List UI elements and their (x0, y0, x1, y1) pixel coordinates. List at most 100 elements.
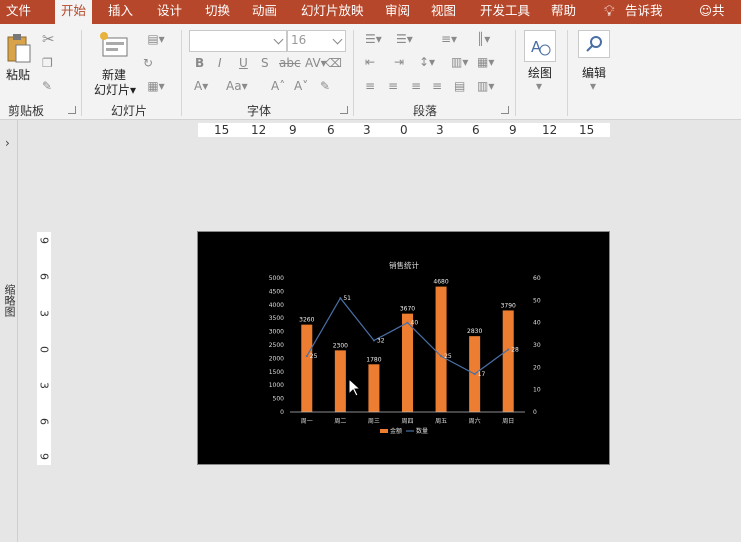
layout-icon[interactable]: ▤▾ (143, 32, 169, 46)
share-button[interactable]: ☺共享 (693, 0, 741, 40)
distribute-icon[interactable]: ▤ (454, 79, 465, 93)
vertical-ruler: 9 6 3 0 3 6 9 (37, 232, 51, 465)
decrease-indent-icon[interactable]: ⇤ (365, 55, 375, 69)
combo-chart[interactable]: 销售统计 3260230017803670468028303790 255132… (198, 232, 611, 466)
tab-slideshow[interactable]: 幻灯片放映 (295, 0, 370, 24)
line-data-label: 28 (511, 346, 519, 353)
paragraph-launcher-icon[interactable] (501, 106, 509, 114)
smartart-icon[interactable]: ▦▾ (477, 55, 494, 69)
grow-font-icon[interactable]: A˄ (271, 79, 285, 93)
chevron-down-icon[interactable]: ▾ (590, 79, 596, 93)
underline-icon[interactable]: U (239, 56, 248, 70)
font-group-label: 字体 (247, 104, 272, 118)
font-color-icon[interactable]: A▾ (194, 79, 208, 93)
numbering-icon[interactable]: ☰▾ (396, 32, 413, 46)
bar (402, 313, 413, 412)
y-left-tick-label: 1000 (269, 382, 284, 389)
char-spacing-icon[interactable]: AV▾ (305, 56, 327, 70)
tab-animations[interactable]: 动画 (246, 0, 283, 24)
section-icon[interactable]: ▦▾ (143, 79, 169, 93)
clear-format-icon[interactable]: ⌫ (325, 56, 342, 70)
ruler-number: 6 (327, 123, 335, 137)
copy-icon[interactable]: ❐ (42, 56, 53, 70)
justify-icon[interactable]: ≡ (432, 79, 442, 93)
line-data-label: 40 (411, 320, 419, 327)
tab-insert[interactable]: 插入 (102, 0, 139, 24)
ruler-number: 3 (37, 382, 51, 389)
paste-label[interactable]: 粘贴 (3, 66, 33, 83)
ruler-number: 0 (400, 123, 408, 137)
clipboard-launcher-icon[interactable] (68, 106, 76, 114)
x-tick-label: 周日 (502, 418, 514, 425)
ruler-number: 3 (37, 310, 51, 317)
tab-developer[interactable]: 开发工具 (474, 0, 536, 24)
x-tick-label: 周一 (301, 418, 313, 425)
ruler-number: 9 (37, 453, 51, 460)
bullets-icon[interactable]: ☰▾ (365, 32, 382, 46)
chart-title: 销售统计 (389, 260, 419, 270)
new-slide-label-2[interactable]: 幻灯片▾ (90, 81, 140, 98)
x-tick-label: 周三 (368, 418, 380, 425)
tab-design[interactable]: 设计 (151, 0, 188, 24)
line-point (339, 297, 342, 300)
lightbulb-icon[interactable]: 💡︎ (598, 0, 621, 24)
new-slide-icon[interactable] (97, 30, 131, 60)
shadow-icon[interactable]: S (261, 56, 269, 70)
font-launcher-icon[interactable] (340, 106, 348, 114)
legend-swatch-bar (380, 429, 388, 433)
font-size-combo[interactable]: 16 (287, 30, 346, 52)
cut-icon[interactable]: ✂ (42, 32, 55, 47)
divider (181, 30, 182, 116)
tab-file[interactable]: 文件 (0, 0, 37, 24)
highlight-icon[interactable]: ✎ (320, 79, 330, 93)
bar-data-label: 2830 (467, 328, 482, 335)
chevron-right-icon[interactable]: › (5, 136, 10, 150)
tab-help[interactable]: 帮助 (545, 0, 582, 24)
italic-icon[interactable]: I (218, 56, 222, 70)
text-direction-icon[interactable]: ↕▾ (419, 55, 435, 69)
strikethrough-icon[interactable]: abc (279, 56, 301, 70)
tab-transitions[interactable]: 切换 (199, 0, 236, 24)
change-case-icon[interactable]: Aa▾ (226, 79, 248, 93)
clipboard-icon (7, 34, 31, 63)
chevron-down-icon (332, 34, 343, 45)
line-point (305, 355, 308, 358)
increase-indent-icon[interactable]: ⇥ (394, 55, 404, 69)
align-right-icon[interactable]: ≡ (411, 79, 421, 93)
divider (353, 30, 354, 116)
y-left-tick-label: 4000 (269, 302, 284, 309)
tab-home[interactable]: 开始 (55, 0, 93, 24)
tab-review[interactable]: 审阅 (379, 0, 416, 24)
divider (567, 30, 568, 116)
paste-button[interactable] (4, 32, 32, 66)
line-data-label: 32 (377, 338, 385, 345)
shapes-icon[interactable]: A (524, 30, 556, 62)
bold-icon[interactable]: B (195, 56, 204, 70)
align-center-icon[interactable]: ≡ (388, 79, 398, 93)
tab-view[interactable]: 视图 (425, 0, 462, 24)
y-right-tick-label: 50 (533, 297, 541, 304)
ruler-number: 15 (214, 123, 230, 137)
columns-icon[interactable]: ║▾ (477, 32, 490, 46)
align-text-icon[interactable]: ▥▾ (451, 55, 468, 69)
tell-me-search[interactable]: 告诉我 (619, 0, 669, 24)
y-left-tick-label: 500 (273, 396, 285, 403)
x-tick-label: 周二 (334, 418, 346, 425)
x-tick-label: 周四 (401, 418, 413, 425)
legend-label: 金额 (390, 427, 402, 435)
reset-icon[interactable]: ↻ (143, 56, 153, 70)
bar-data-label: 3260 (299, 317, 314, 324)
font-name-combo[interactable] (189, 30, 287, 52)
chevron-down-icon[interactable]: ▾ (536, 79, 542, 93)
search-icon[interactable] (578, 30, 610, 58)
text-columns-icon[interactable]: ▥▾ (477, 79, 494, 93)
align-left-icon[interactable]: ≡ (365, 79, 375, 93)
format-painter-icon[interactable]: ✎ (42, 79, 52, 93)
slide-canvas[interactable]: 销售统计 3260 2300 1780 3670 4680 2830 3790 25 51 32… (197, 231, 610, 465)
line-spacing-icon[interactable]: ≡▾ (441, 32, 457, 46)
thumbnail-pane-label[interactable]: 缩略图 (1, 284, 17, 317)
shrink-font-icon[interactable]: A˅ (294, 79, 308, 93)
bar-data-label: 4680 (433, 279, 448, 286)
ruler-number: 9 (509, 123, 517, 137)
horizontal-ruler: 15 12 9 6 3 0 3 6 9 12 15 (198, 123, 610, 137)
